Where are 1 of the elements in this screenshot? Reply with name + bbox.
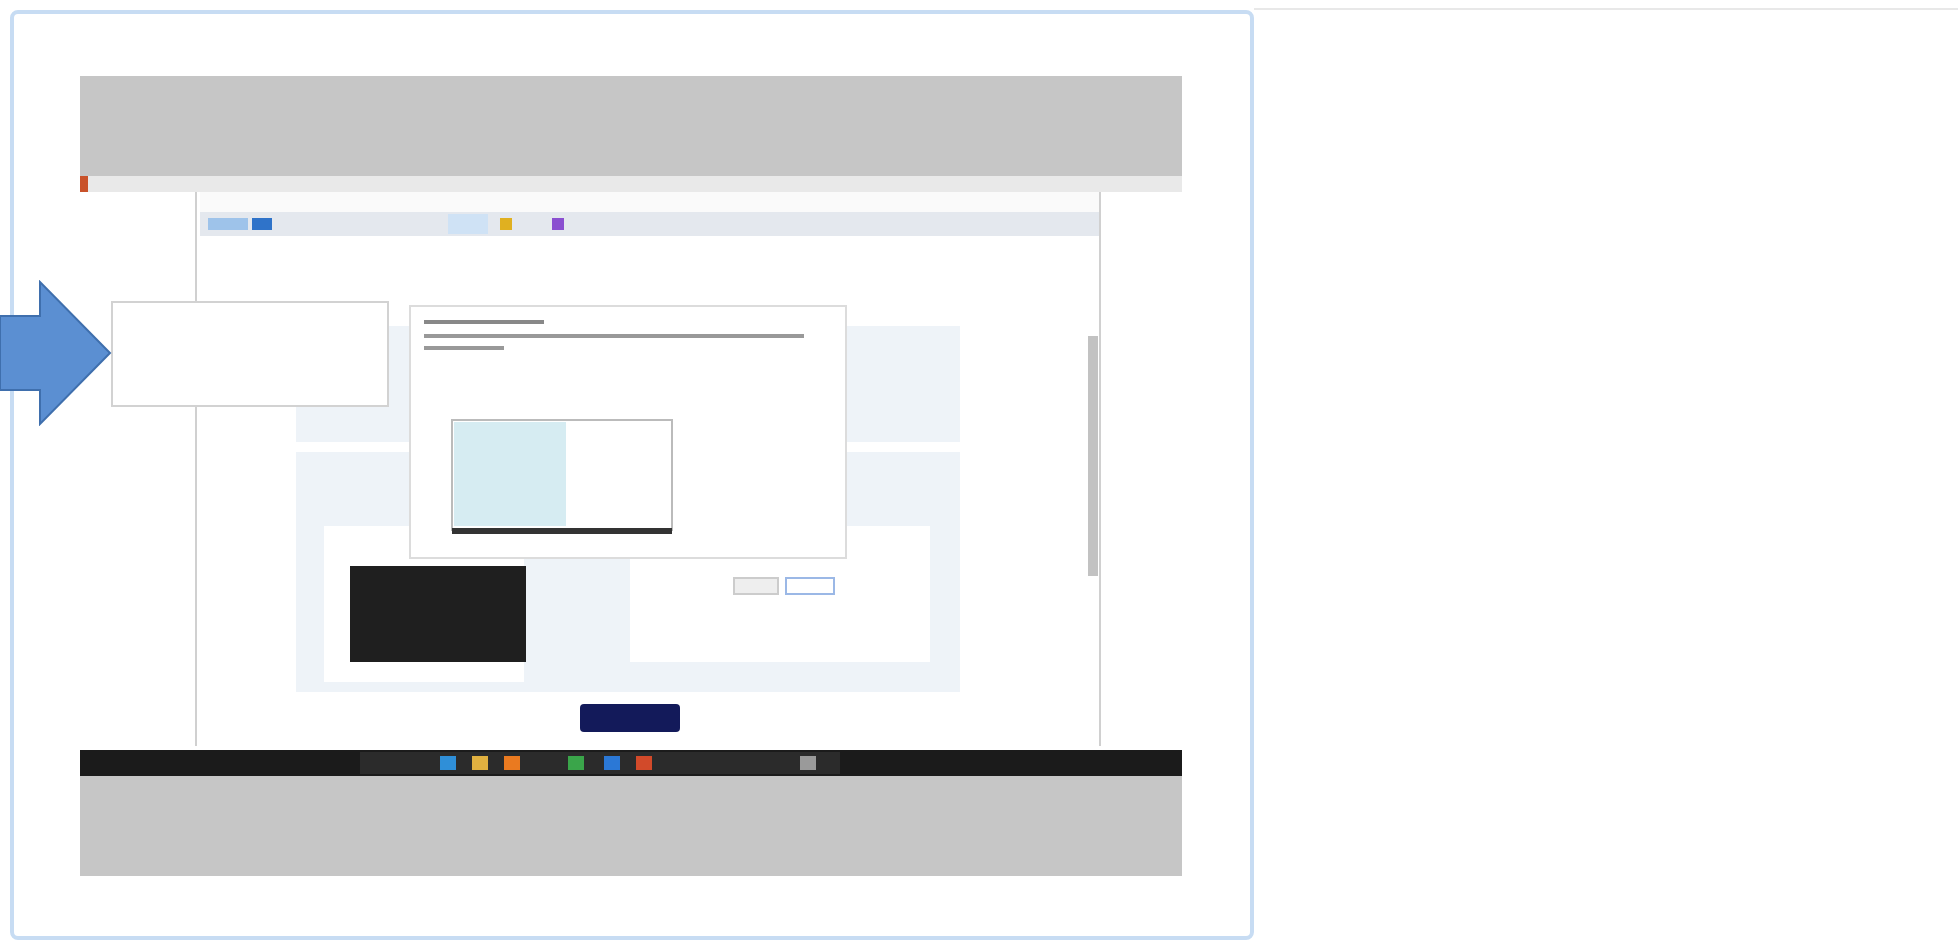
arrow-icon: [0, 280, 112, 426]
